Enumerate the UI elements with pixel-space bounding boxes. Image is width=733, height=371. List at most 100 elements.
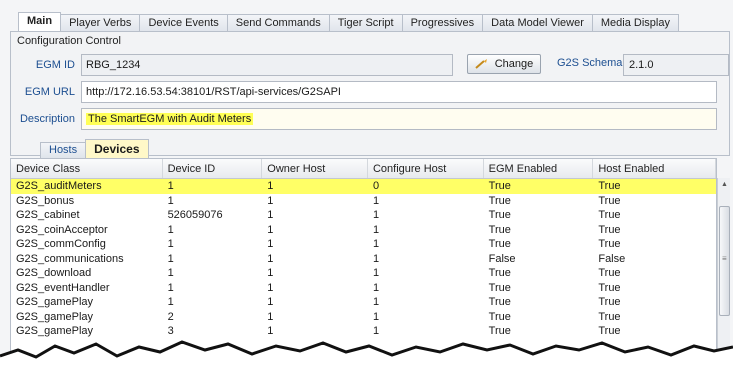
device-sub-tab-bar: Hosts Devices [0, 138, 733, 158]
cell-device-class: G2S_bonus [16, 194, 75, 207]
table-row[interactable]: G2S_coinAcceptor 1 1 1 True True [11, 223, 716, 238]
tab-player-verbs[interactable]: Player Verbs [60, 14, 141, 32]
cell-egm-enabled: True [488, 267, 511, 279]
cell-owner-host: 1 [267, 238, 274, 250]
cell-configure-host: 1 [372, 238, 380, 250]
cell-device-class: G2S_cabinet [16, 209, 80, 221]
cell-configure-host: 1 [372, 223, 380, 236]
change-button[interactable]: Change [467, 54, 541, 74]
egm-url-field[interactable]: http://172.16.53.54:38101/RST/api-servic… [81, 81, 717, 103]
tab-tiger-script[interactable]: Tiger Script [328, 14, 403, 32]
cell-owner-host: 1 [267, 180, 274, 192]
tab-media-display[interactable]: Media Display [591, 14, 679, 32]
cell-owner-host: 1 [267, 252, 274, 265]
table-row[interactable]: G2S_eventHandler 1 1 1 True True [11, 281, 716, 296]
scrollbar-thumb[interactable]: ≡ [719, 206, 730, 316]
cell-egm-enabled: True [488, 281, 511, 294]
cell-device-id: 1 [167, 267, 174, 279]
table-row[interactable]: G2S_gamePlay 2 1 1 True True [11, 310, 716, 325]
cell-device-class: G2S_download [16, 267, 92, 279]
cell-egm-enabled: False [488, 252, 516, 265]
cell-egm-enabled: True [488, 223, 511, 236]
egm-id-label: EGM ID [35, 59, 75, 71]
tab-hosts[interactable]: Hosts [40, 142, 87, 158]
cell-device-id: 1 [167, 194, 174, 207]
cell-configure-host: 0 [372, 180, 380, 192]
cell-configure-host: 1 [372, 267, 380, 279]
egm-url-label: EGM URL [24, 86, 75, 98]
schema-label: G2S Schema [557, 57, 623, 69]
table-row[interactable]: G2S_auditMeters 1 1 0 True True [11, 179, 716, 194]
column-header-host-enabled[interactable]: Host Enabled [593, 159, 716, 178]
cell-host-enabled: True [598, 310, 621, 323]
column-header-configure-host[interactable]: Configure Host [368, 159, 484, 178]
table-row[interactable]: G2S_communications 1 1 1 False False [11, 252, 716, 267]
cell-configure-host: 1 [372, 281, 380, 294]
cell-configure-host: 1 [372, 296, 380, 308]
cell-host-enabled: True [598, 209, 621, 221]
table-body: G2S_auditMeters 1 1 0 True True G2S_bonus 1 1 1 Tr… [11, 179, 716, 339]
tab-data-model-viewer[interactable]: Data Model Viewer [482, 14, 593, 32]
column-header-device-class[interactable]: Device Class [11, 159, 163, 178]
cell-owner-host: 1 [267, 209, 274, 221]
column-header-egm-enabled[interactable]: EGM Enabled [484, 159, 594, 178]
cell-egm-enabled: True [488, 296, 511, 308]
main-tab-bar: Main Player Verbs Device Events Send Com… [18, 12, 679, 32]
cell-egm-enabled: True [488, 180, 511, 192]
description-row: Description The SmartEGM with Audit Mete… [17, 108, 717, 130]
cell-host-enabled: False [598, 252, 626, 265]
app-window: Main Player Verbs Device Events Send Com… [0, 0, 733, 371]
cell-egm-enabled: True [488, 310, 511, 323]
cell-device-class: G2S_commConfig [16, 238, 106, 250]
cell-device-class: G2S_coinAcceptor [16, 223, 108, 236]
description-label: Description [19, 113, 75, 125]
table-row[interactable]: G2S_gamePlay 1 1 1 True True [11, 295, 716, 310]
cell-device-class: G2S_communications [16, 252, 124, 265]
cell-device-id: 3 [167, 325, 174, 337]
cell-device-class: G2S_eventHandler [16, 281, 110, 294]
tab-devices[interactable]: Devices [85, 139, 149, 158]
table-row[interactable]: G2S_commConfig 1 1 1 True True [11, 237, 716, 252]
tab-device-events[interactable]: Device Events [139, 14, 228, 32]
cell-host-enabled: True [598, 325, 621, 337]
cell-device-id: 1 [167, 252, 174, 265]
tab-send-commands[interactable]: Send Commands [226, 14, 330, 32]
table-header: Device Class Device ID Owner Host Config… [11, 159, 716, 179]
cell-device-id: 1 [167, 238, 174, 250]
cell-configure-host: 1 [372, 194, 380, 207]
egm-id-row: EGM ID RBG_1234 [17, 54, 453, 76]
cell-configure-host: 1 [372, 310, 380, 323]
cell-owner-host: 1 [267, 310, 274, 323]
cell-host-enabled: True [598, 238, 621, 250]
cell-egm-enabled: True [488, 238, 511, 250]
column-header-device-id[interactable]: Device ID [163, 159, 263, 178]
cell-configure-host: 1 [372, 252, 380, 265]
tab-main[interactable]: Main [18, 12, 62, 32]
cell-owner-host: 1 [267, 194, 274, 207]
tab-progressives[interactable]: Progressives [401, 14, 484, 32]
schema-field[interactable]: 2.1.0 [623, 54, 729, 76]
cell-owner-host: 1 [267, 296, 274, 308]
cell-host-enabled: True [598, 180, 621, 192]
scroll-up-arrow-icon[interactable]: ▲ [721, 181, 728, 189]
cell-configure-host: 1 [372, 209, 380, 221]
cell-configure-host: 1 [372, 325, 380, 337]
cell-egm-enabled: True [488, 325, 511, 337]
arrow-edit-icon [475, 59, 487, 69]
column-header-owner-host[interactable]: Owner Host [262, 159, 368, 178]
table-scrollbar[interactable]: ▲ ≡ [717, 178, 730, 371]
cell-device-id: 1 [167, 180, 174, 192]
description-field[interactable]: The SmartEGM with Audit Meters [81, 108, 717, 130]
egm-url-row: EGM URL http://172.16.53.54:38101/RST/ap… [17, 81, 717, 103]
table-row[interactable]: G2S_cabinet 526059076 1 1 True True [11, 208, 716, 223]
table-row[interactable]: G2S_gamePlay 3 1 1 True True [11, 324, 716, 339]
cell-host-enabled: True [598, 223, 621, 236]
table-row[interactable]: G2S_download 1 1 1 True True [11, 266, 716, 281]
cell-host-enabled: True [598, 296, 621, 308]
egm-id-field[interactable]: RBG_1234 [81, 54, 453, 76]
table-row[interactable]: G2S_bonus 1 1 1 True True [11, 194, 716, 209]
cell-owner-host: 1 [267, 281, 274, 294]
cell-device-class: G2S_auditMeters [16, 180, 102, 192]
cell-device-id: 2 [167, 310, 174, 323]
description-value: The SmartEGM with Audit Meters [86, 113, 254, 125]
